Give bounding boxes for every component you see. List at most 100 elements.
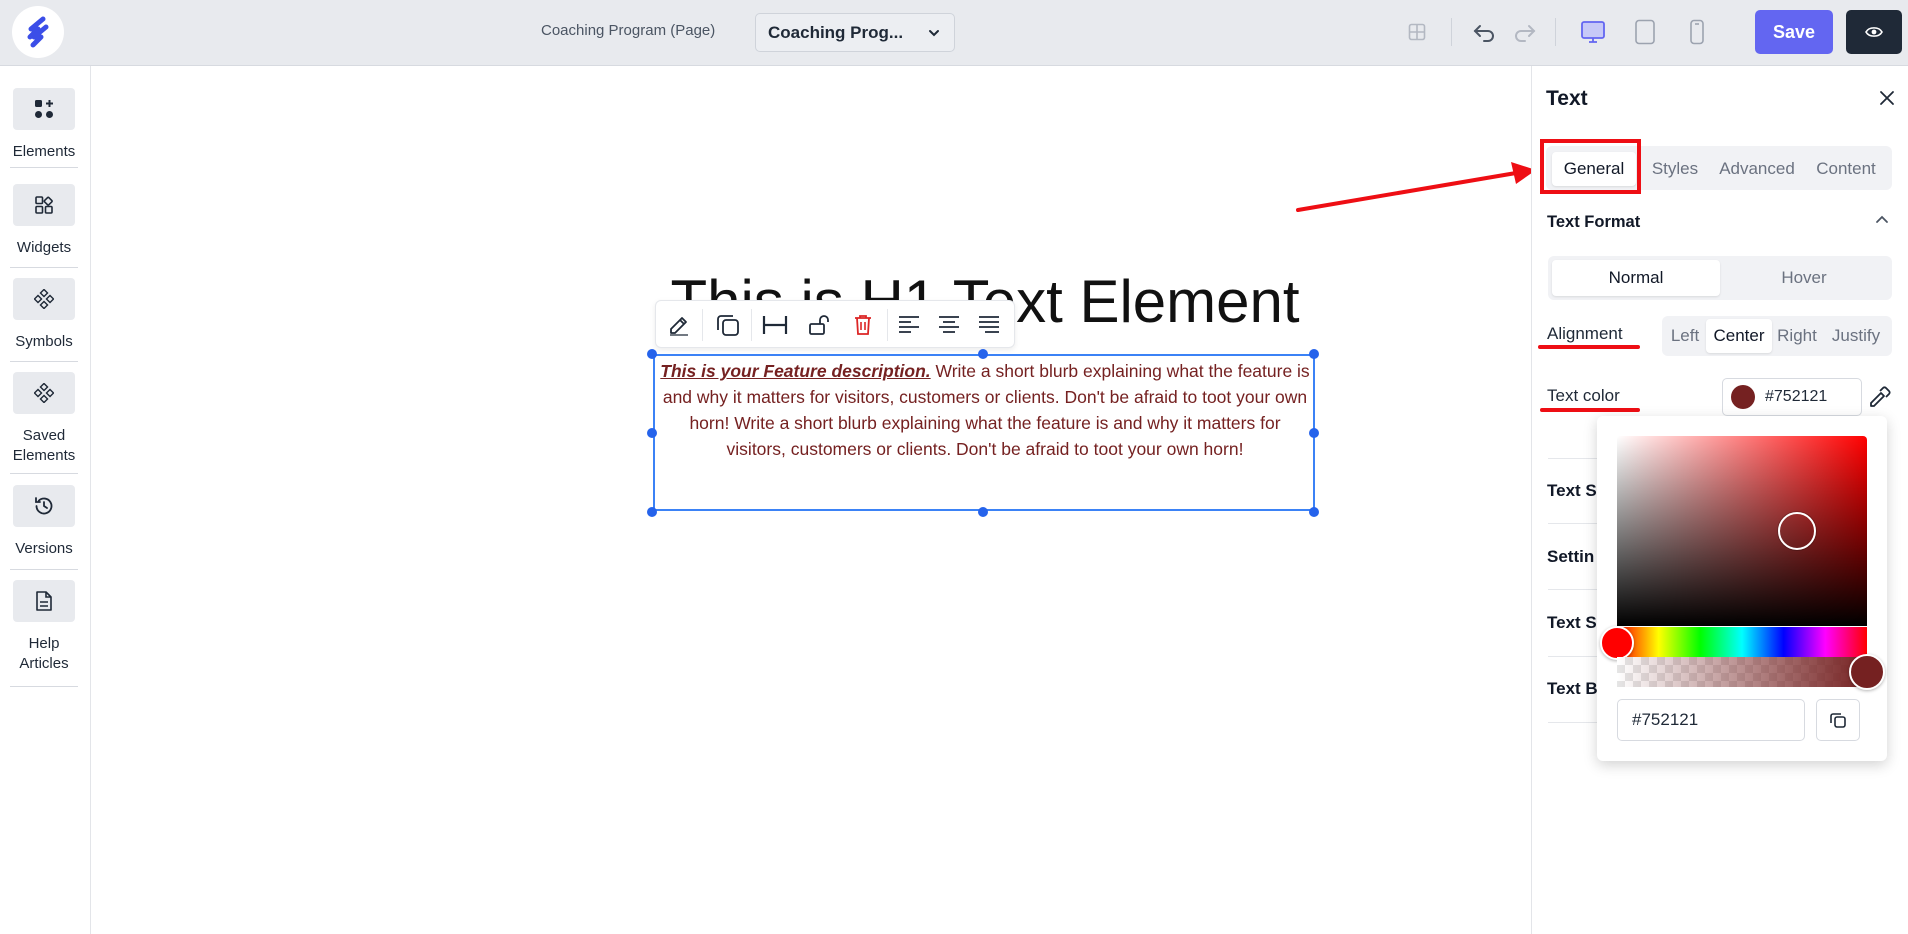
preview-button[interactable]	[1846, 10, 1902, 54]
tab-content[interactable]: Content	[1804, 152, 1888, 186]
chevron-up-icon[interactable]	[1874, 212, 1890, 228]
section-settings[interactable]: Settin	[1547, 547, 1594, 567]
alignment-options: Left Center Right Justify	[1662, 316, 1892, 356]
state-hover[interactable]: Hover	[1720, 260, 1888, 296]
left-sidebar: Elements Widgets Symbols Saved Elements …	[0, 66, 91, 934]
copy-icon	[1830, 713, 1846, 728]
toolbar-divider	[702, 309, 703, 341]
sidebar-item-saved-elements[interactable]: Saved Elements	[10, 372, 78, 466]
state-toggle: Normal Hover	[1548, 256, 1892, 300]
resize-handle[interactable]	[978, 507, 988, 517]
logo-icon	[27, 16, 49, 48]
delete-icon[interactable]	[846, 309, 880, 341]
full-width-icon[interactable]	[758, 309, 792, 341]
feature-description-text[interactable]: This is your Feature description. Write …	[660, 358, 1310, 462]
chevron-down-icon	[929, 29, 939, 36]
eyedropper-icon[interactable]	[1867, 386, 1891, 410]
sidebar-item-label: Elements	[12, 143, 76, 160]
section-text-style[interactable]: Text S	[1547, 481, 1597, 501]
desktop-view-icon[interactable]	[1578, 17, 1608, 47]
text-color-label: Text color	[1547, 386, 1620, 405]
color-swatch	[1731, 385, 1755, 409]
text-color-field[interactable]: #752121	[1722, 378, 1862, 416]
alpha-slider[interactable]	[1617, 657, 1867, 687]
saturation-thumb[interactable]	[1778, 512, 1816, 550]
sidebar-item-label: Help Articles	[19, 635, 69, 672]
toolbar-divider	[1555, 18, 1556, 46]
duplicate-icon[interactable]	[711, 309, 745, 341]
redo-icon[interactable]	[1510, 17, 1540, 47]
sidebar-item-symbols[interactable]: Symbols	[10, 278, 78, 352]
page-title: Coaching Program (Page)	[541, 22, 716, 39]
sidebar-item-versions[interactable]: Versions	[10, 485, 78, 559]
align-justify-option[interactable]: Justify	[1822, 319, 1890, 353]
sidebar-divider	[10, 473, 78, 474]
saturation-value-area[interactable]	[1617, 436, 1867, 626]
resize-handle[interactable]	[1309, 507, 1319, 517]
panel-title: Text	[1546, 87, 1588, 110]
tab-advanced[interactable]: Advanced	[1712, 152, 1802, 186]
sidebar-item-label: Widgets	[16, 239, 72, 256]
align-right-option[interactable]: Right	[1772, 319, 1822, 353]
resize-handle[interactable]	[647, 428, 657, 438]
sidebar-item-elements[interactable]: Elements	[10, 88, 78, 162]
hue-thumb[interactable]	[1600, 626, 1634, 660]
feature-lead-text: This is your Feature description.	[660, 361, 931, 381]
align-left-icon[interactable]	[892, 309, 926, 341]
resize-handle[interactable]	[647, 507, 657, 517]
toolbar-divider	[1451, 18, 1452, 46]
text-format-title[interactable]: Text Format	[1547, 213, 1640, 232]
align-justify-icon[interactable]	[972, 309, 1006, 341]
sidebar-divider	[10, 686, 78, 687]
alignment-label: Alignment	[1547, 324, 1623, 343]
edit-icon[interactable]	[662, 309, 696, 341]
history-icon	[13, 485, 75, 527]
align-center-option[interactable]: Center	[1706, 319, 1772, 353]
close-icon[interactable]	[1875, 86, 1899, 110]
align-center-icon[interactable]	[932, 309, 966, 341]
annotation-underline	[1538, 345, 1640, 349]
hue-slider[interactable]	[1617, 627, 1867, 657]
app-logo[interactable]	[12, 6, 64, 58]
document-icon	[13, 580, 75, 622]
section-text-border[interactable]: Text B	[1547, 679, 1598, 699]
sidebar-divider	[10, 569, 78, 570]
sidebar-divider	[10, 361, 78, 362]
element-toolbar	[655, 300, 1015, 348]
symbols-icon	[13, 278, 75, 320]
section-text-shadow[interactable]: Text S	[1547, 613, 1597, 633]
sidebar-divider	[10, 167, 78, 168]
grid-icon[interactable]	[1402, 17, 1432, 47]
saved-elements-icon	[13, 372, 75, 414]
save-button[interactable]: Save	[1755, 10, 1833, 54]
unlock-icon[interactable]	[802, 309, 836, 341]
state-normal[interactable]: Normal	[1552, 260, 1720, 296]
annotation-underline	[1540, 408, 1640, 412]
alpha-thumb[interactable]	[1849, 654, 1885, 690]
resize-handle[interactable]	[1309, 428, 1319, 438]
annotation-arrow	[1296, 162, 1536, 212]
text-color-value: #752121	[1765, 388, 1828, 405]
page-selector[interactable]: Coaching Prog...	[755, 13, 955, 52]
sidebar-divider	[10, 267, 78, 268]
toolbar-divider	[751, 309, 752, 341]
page-select-value: Coaching Prog...	[768, 22, 904, 42]
resize-handle[interactable]	[1309, 349, 1319, 359]
align-left-option[interactable]: Left	[1664, 319, 1706, 353]
tab-styles[interactable]: Styles	[1640, 152, 1710, 186]
hex-input[interactable]	[1617, 699, 1805, 741]
sidebar-item-help-articles[interactable]: Help Articles	[10, 580, 78, 674]
mobile-view-icon[interactable]	[1682, 17, 1712, 47]
sidebar-item-label: Symbols	[15, 333, 73, 350]
sidebar-item-widgets[interactable]: Widgets	[10, 184, 78, 258]
copy-button[interactable]	[1816, 699, 1860, 741]
top-bar: Coaching Program (Page) Coaching Prog...…	[0, 0, 1908, 66]
tablet-view-icon[interactable]	[1630, 17, 1660, 47]
annotation-highlight-box	[1540, 139, 1641, 194]
toolbar-divider	[887, 309, 888, 341]
elements-icon	[13, 88, 75, 130]
resize-handle[interactable]	[647, 349, 657, 359]
sidebar-item-label: Saved Elements	[12, 427, 76, 464]
widgets-icon	[13, 184, 75, 226]
undo-icon[interactable]	[1469, 17, 1499, 47]
